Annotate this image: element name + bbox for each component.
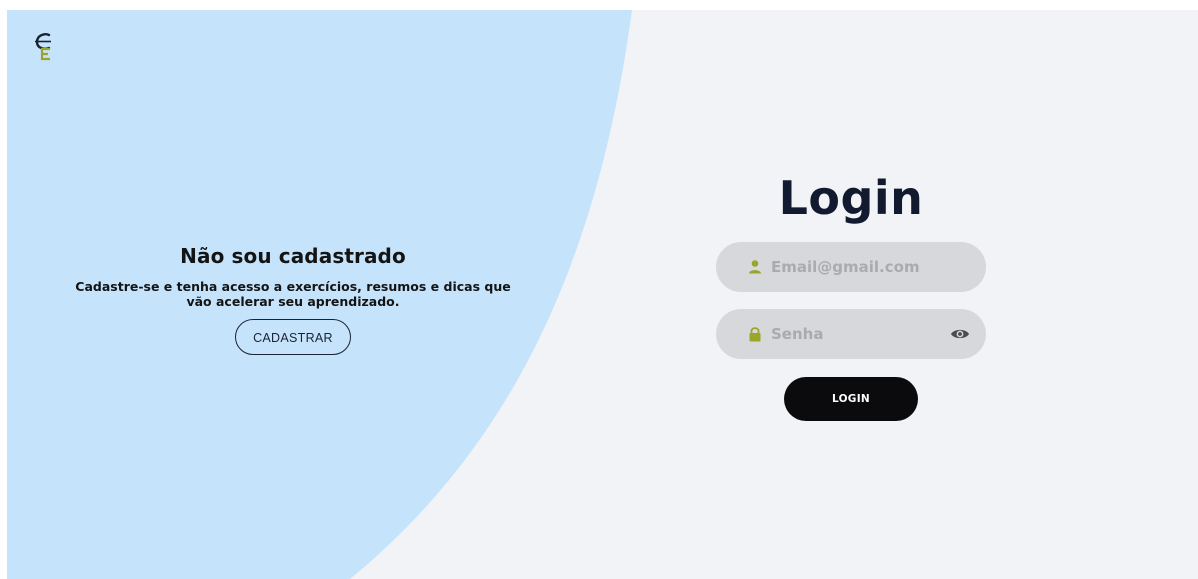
user-icon [749,260,761,274]
password-field[interactable] [716,309,986,359]
email-input[interactable] [771,242,941,292]
login-button[interactable]: LOGIN [784,377,918,421]
eye-icon[interactable] [950,326,970,342]
login-title: Login [778,171,924,225]
signup-panel: Não sou cadastrado Cadastre-se e tenha a… [67,244,519,355]
signup-button[interactable]: CADASTRAR [235,319,351,355]
login-page: Não sou cadastrado Cadastre-se e tenha a… [7,10,1198,579]
email-field[interactable] [716,242,986,292]
signup-title: Não sou cadastrado [180,244,406,268]
login-panel: Login LOGIN [716,170,986,421]
ce-logo-icon[interactable] [33,30,57,64]
password-input[interactable] [771,309,941,359]
lock-icon [749,327,761,342]
signup-subtitle: Cadastre-se e tenha acesso a exercícios,… [75,279,511,309]
